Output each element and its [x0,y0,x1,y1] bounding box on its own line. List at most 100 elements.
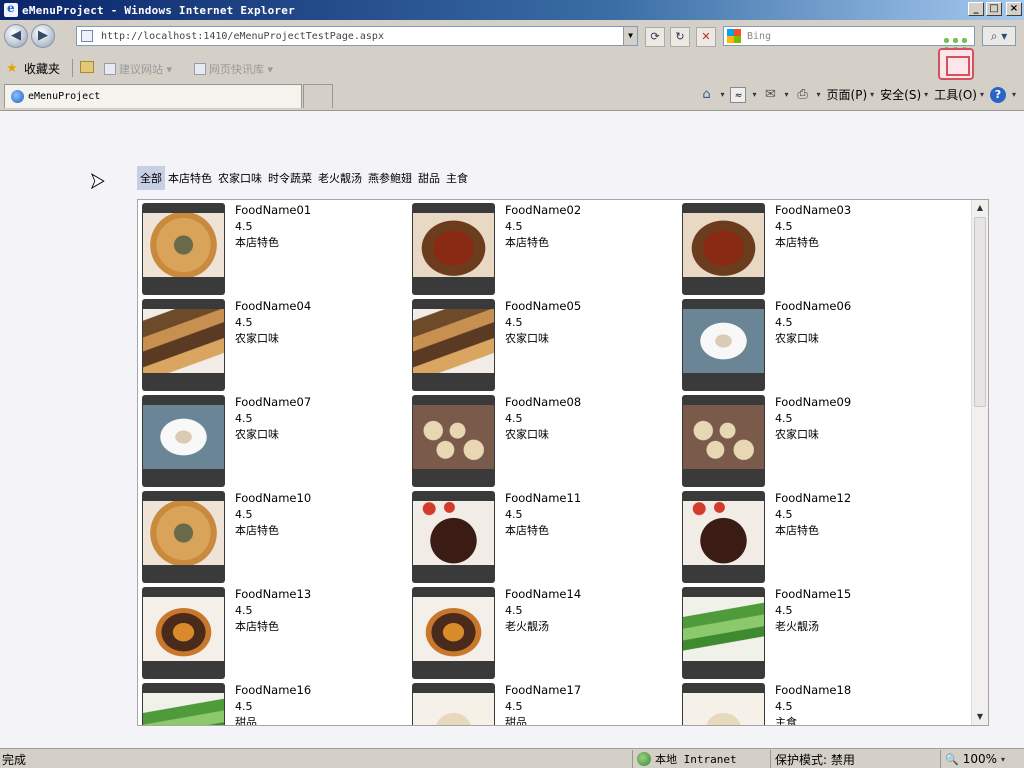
add-to-favorites-icon[interactable] [80,61,94,73]
scroll-up-icon[interactable]: ▲ [972,200,988,216]
food-item[interactable]: FoodName18 4.5 主食 [680,682,950,725]
print-icon[interactable]: ⎙ [795,87,811,103]
food-image[interactable] [142,587,225,679]
minimize-button[interactable]: _ [968,2,984,16]
food-item[interactable]: FoodName03 4.5 本店特色 [680,202,950,298]
food-image[interactable] [142,203,225,295]
safety-menu[interactable]: 安全(S) ▾ [880,86,928,103]
food-photo [683,501,764,565]
food-item[interactable]: FoodName11 4.5 本店特色 [410,490,680,586]
new-tab-button[interactable] [303,84,333,108]
maximize-button[interactable]: □ [986,2,1002,16]
tab-emenuproject[interactable]: eMenuProject [4,84,302,108]
food-info: FoodName10 4.5 本店特色 [235,490,311,540]
close-button[interactable]: × [1006,2,1022,16]
food-image[interactable] [142,491,225,583]
category-item[interactable]: 甜品 [415,166,443,190]
food-image[interactable] [142,395,225,487]
food-image[interactable] [412,587,495,679]
address-bar[interactable]: http://localhost:1410/eMenuProjectTestPa… [76,26,638,46]
food-item[interactable]: FoodName13 4.5 本店特色 [140,586,410,682]
food-item[interactable]: FoodName17 4.5 甜品 [410,682,680,725]
food-image[interactable] [412,395,495,487]
food-item[interactable]: FoodName07 4.5 农家口味 [140,394,410,490]
tab-bar: eMenuProject ⌂ ▾ ≈ ▾ ✉ ▾ ⎙ ▾ 页面(P) ▾ 安全(S) ▾ 工… [0,82,1024,110]
category-item[interactable]: 主食 [443,166,471,190]
food-item[interactable]: FoodName09 4.5 农家口味 [680,394,950,490]
page-icon [81,30,93,42]
favorites-button[interactable]: 收藏夹 [24,60,60,77]
food-category: 农家口味 [505,428,549,441]
food-image[interactable] [412,683,495,725]
food-image[interactable] [682,491,765,583]
food-image[interactable] [682,587,765,679]
food-name: FoodName11 [505,491,582,505]
web-slice-gallery-link[interactable]: 网页快讯库 ▾ [194,61,273,77]
mail-icon[interactable]: ✉ [763,87,779,103]
food-image[interactable] [412,299,495,391]
scroll-thumb[interactable] [974,217,986,407]
food-name: FoodName13 [235,587,312,601]
food-category: 本店特色 [775,524,819,537]
food-photo [413,693,494,725]
page-menu[interactable]: 页面(P) ▾ [827,86,875,103]
ie-icon [4,1,18,17]
food-image[interactable] [682,395,765,487]
category-item[interactable]: 老火靓汤 [315,166,365,190]
category-item[interactable]: 农家口味 [215,166,265,190]
food-photo [143,597,224,661]
food-image[interactable] [142,299,225,391]
security-zone[interactable]: 本地 Intranet [632,750,737,768]
food-item[interactable]: FoodName15 4.5 老火靓汤 [680,586,950,682]
category-item[interactable]: 时令蔬菜 [265,166,315,190]
search-button[interactable]: ⌕ ▾ [982,26,1016,46]
food-item[interactable]: FoodName08 4.5 农家口味 [410,394,680,490]
food-item[interactable]: FoodName12 4.5 本店特色 [680,490,950,586]
zoom-control[interactable]: 🔍 100% ▾ [940,750,1005,768]
scroll-down-icon[interactable]: ▼ [972,709,988,725]
food-photo [143,309,224,373]
food-info: FoodName05 4.5 农家口味 [505,298,581,348]
window-title-bar[interactable]: eMenuProject - Windows Internet Explorer… [0,0,1024,20]
food-item[interactable]: FoodName01 4.5 本店特色 [140,202,410,298]
back-button[interactable]: ◀ [4,24,28,48]
favorites-star-icon[interactable]: ★ [6,61,18,76]
food-image[interactable] [682,683,765,725]
food-category: 本店特色 [235,620,279,633]
address-dropdown-icon[interactable]: ▼ [623,27,637,45]
compatibility-view-button[interactable]: ⟳ [645,27,665,47]
food-image[interactable] [412,203,495,295]
food-photo [683,405,764,469]
tools-menu[interactable]: 工具(O) ▾ [934,86,984,103]
food-item[interactable]: FoodName05 4.5 农家口味 [410,298,680,394]
food-item[interactable]: FoodName10 4.5 本店特色 [140,490,410,586]
vertical-scrollbar[interactable]: ▲ ▼ [971,200,988,725]
address-text[interactable]: http://localhost:1410/eMenuProjectTestPa… [101,31,384,42]
feeds-icon[interactable]: ≈ [730,86,747,103]
food-image[interactable] [682,299,765,391]
food-rating: 4.5 [775,411,793,425]
category-item[interactable]: 本店特色 [165,166,215,190]
forward-button[interactable]: ▶ [31,24,55,48]
status-text: 完成 [2,753,27,767]
food-photo [143,693,224,725]
food-item[interactable]: FoodName06 4.5 农家口味 [680,298,950,394]
protected-mode-status[interactable]: 保护模式: 禁用 [770,750,900,768]
category-item[interactable]: 燕参鲍翅 [365,166,415,190]
food-list[interactable]: FoodName01 4.5 本店特色 FoodName02 4.5 本店特色 FoodNa… [137,199,989,726]
category-item[interactable]: 全部 [137,166,165,190]
food-item[interactable]: FoodName02 4.5 本店特色 [410,202,680,298]
food-item[interactable]: FoodName14 4.5 老火靓汤 [410,586,680,682]
help-icon[interactable]: ? [989,86,1006,103]
food-item[interactable]: FoodName16 4.5 甜品 [140,682,410,725]
favorites-bar: ★ 收藏夹 建议网站 ▾ 网页快讯库 ▾ [0,55,1024,81]
stop-button[interactable]: ✕ [696,27,716,47]
food-image[interactable] [412,491,495,583]
refresh-button[interactable]: ↻ [670,27,690,47]
food-image[interactable] [682,203,765,295]
suggested-sites-link[interactable]: 建议网站 ▾ [104,61,172,77]
food-item[interactable]: FoodName04 4.5 农家口味 [140,298,410,394]
food-rating: 4.5 [505,219,523,233]
food-image[interactable] [142,683,225,725]
home-icon[interactable]: ⌂ [698,87,714,103]
